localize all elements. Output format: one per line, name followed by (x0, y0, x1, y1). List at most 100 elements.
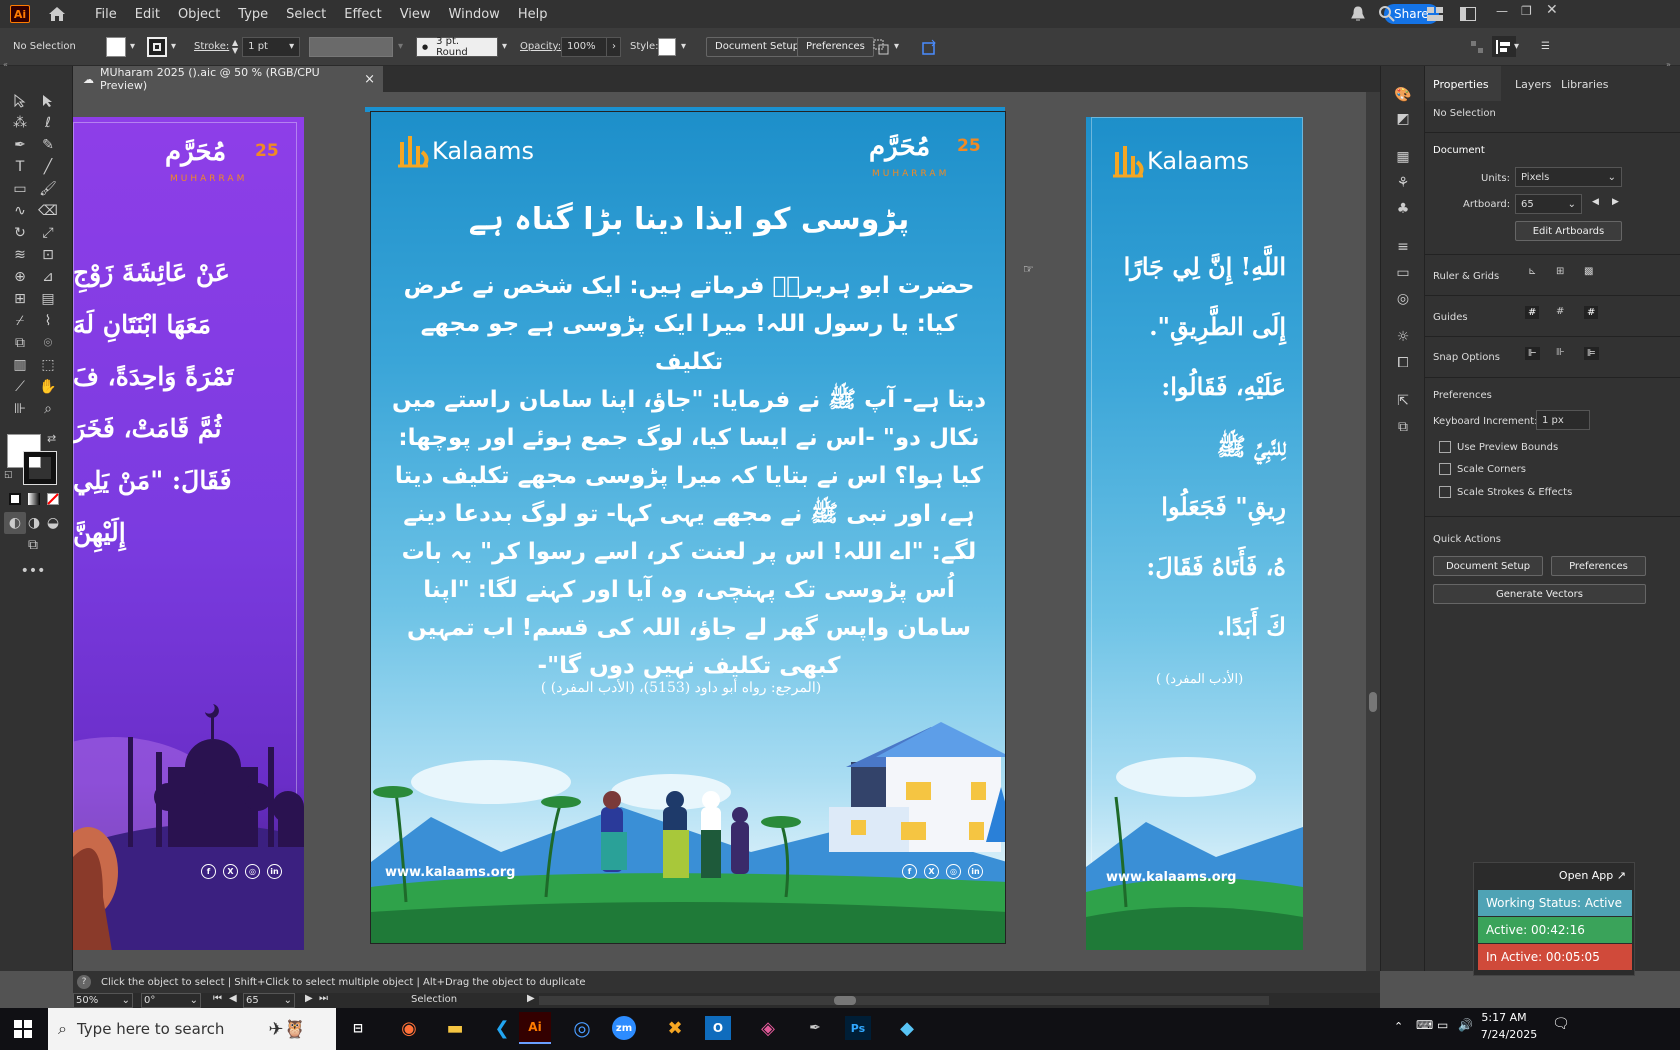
arrange-icon[interactable]: ▾ (873, 36, 899, 57)
symbol-sprayer-tool-icon[interactable]: ⌾ (37, 332, 59, 354)
graphic-style-swatch[interactable] (658, 37, 676, 56)
hamburger-menu-icon[interactable]: ☰ (1541, 36, 1550, 57)
last-artboard-icon[interactable]: ⏭ (319, 993, 328, 1004)
photoshop-icon[interactable]: Ps (845, 1016, 871, 1040)
scale-corners-checkbox[interactable] (1439, 463, 1451, 475)
rotate-tool-icon[interactable]: ↻ (9, 222, 31, 244)
artboards-panel-icon[interactable]: ⧉ (1392, 416, 1414, 438)
file-explorer-icon[interactable]: ▬ (439, 1012, 471, 1044)
stroke-label[interactable]: Stroke: (194, 36, 229, 57)
symbols-icon[interactable]: ♣ (1392, 198, 1414, 220)
menu-item-window[interactable]: Window (440, 7, 509, 22)
network-icon[interactable]: ▭ (1437, 1018, 1448, 1032)
swap-colors-icon[interactable]: ⇄ (47, 432, 56, 445)
document-tab[interactable]: ☁ MUharam 2025 ().aic @ 50 % (RGB/CPU Pr… (73, 66, 383, 92)
canvas[interactable]: مُحَرَّم 25 MUHARRAM عَنْ عَائِشَةَ زَوْ… (73, 92, 1380, 971)
menu-item-type[interactable]: Type (229, 7, 277, 22)
outlook-icon[interactable]: O (705, 1016, 731, 1040)
none-mode-icon[interactable] (47, 493, 59, 505)
curvature-tool-icon[interactable]: ✎ (37, 134, 59, 156)
tab-properties[interactable]: Properties (1433, 78, 1489, 91)
next-artboard-nav-icon[interactable]: ▶ (305, 993, 313, 1004)
tab-libraries[interactable]: Libraries (1561, 78, 1609, 91)
artboard-select[interactable]: 65 ⌄ (1515, 194, 1582, 214)
next-artboard-icon[interactable]: ▶ (1612, 197, 1619, 207)
chrome-icon[interactable]: ◎ (566, 1012, 598, 1044)
keyboard-increment-field[interactable]: 1 px (1536, 410, 1590, 430)
notifications-icon[interactable]: 🗨 (1552, 1016, 1570, 1032)
opacity-field[interactable]: 100% (561, 36, 607, 57)
artboard-left[interactable]: مُحَرَّم 25 MUHARRAM عَنْ عَائِشَةَ زَوْ… (73, 117, 304, 950)
stroke-color-box[interactable] (23, 451, 57, 485)
scale-tool-icon[interactable]: ⤢ (37, 222, 59, 244)
qa-document-setup-button[interactable]: Document Setup (1433, 556, 1543, 576)
prev-artboard-nav-icon[interactable]: ◀ (229, 993, 237, 1004)
tray-app-icon[interactable]: ⌨ (1416, 1018, 1433, 1032)
snap-to-point-icon[interactable]: ⊩ (1525, 347, 1540, 360)
export-icon[interactable]: ⇱ (1392, 390, 1414, 412)
align-dropdown-icon[interactable]: ▾ (1514, 36, 1519, 57)
horizontal-scrollbar[interactable] (539, 996, 1269, 1005)
fill-swatch[interactable]: ▾ (106, 36, 135, 57)
stroke-stepper-icon[interactable]: ▲ ▼ (232, 38, 238, 55)
prev-artboard-icon[interactable]: ◀ (1592, 197, 1599, 207)
brush-definition[interactable]: ● 3 pt. Round (416, 36, 498, 58)
workspace-icon[interactable] (1460, 7, 1476, 24)
vertical-scrollbar[interactable] (1366, 92, 1380, 971)
hand-tool-icon[interactable]: ✋ (37, 376, 59, 398)
task-view-icon[interactable]: ⊟ (342, 1012, 374, 1044)
menu-item-select[interactable]: Select (277, 7, 335, 22)
print-tiling-tool-icon[interactable]: ⊪ (9, 398, 31, 420)
search-icon[interactable] (1378, 5, 1396, 26)
snap-to-pixel-icon[interactable]: ⊫ (1584, 347, 1599, 360)
menu-item-object[interactable]: Object (169, 7, 229, 22)
mesh-tool-icon[interactable]: ⊞ (9, 288, 31, 310)
status-menu-arrow-icon[interactable]: ▶ (527, 993, 535, 1004)
type-tool-icon[interactable]: T (9, 156, 31, 178)
direct-selection-tool-icon[interactable] (37, 90, 59, 112)
open-app-link[interactable]: Open App ↗ (1559, 869, 1626, 882)
color-guide-icon[interactable]: ◩ (1392, 108, 1414, 130)
units-select[interactable]: Pixels ⌄ (1515, 167, 1622, 187)
snap-to-grid-icon[interactable]: ⊪ (1556, 347, 1565, 358)
warp-tool-icon[interactable]: ≋ (9, 244, 31, 266)
show-guides-icon[interactable]: # (1525, 306, 1540, 319)
bell-icon[interactable] (1350, 5, 1366, 26)
creative-cloud-icon[interactable]: ◈ (752, 1012, 784, 1044)
menu-item-file[interactable]: File (86, 7, 126, 22)
edit-artboards-button[interactable]: Edit Artboards (1515, 221, 1622, 241)
preferences-button[interactable]: Preferences (797, 36, 874, 57)
zoom-tool-icon[interactable]: ⌕ (37, 398, 59, 420)
gradient-tool-icon[interactable]: ▤ (37, 288, 59, 310)
stroke-weight-field[interactable]: 1 pt ▾ (242, 36, 301, 57)
color-mode-icon[interactable] (9, 493, 21, 505)
shape-builder-tool-icon[interactable]: ⊕ (9, 266, 31, 288)
default-colors-icon[interactable]: ◱ (4, 470, 13, 480)
menu-item-effect[interactable]: Effect (335, 7, 390, 22)
measure-tool-icon[interactable]: ⌇ (37, 310, 59, 332)
artboard-nav-select[interactable]: 65 ⌄ (243, 993, 295, 1008)
gradient-panel-icon[interactable]: ▭ (1392, 262, 1414, 284)
restore-icon[interactable]: ❐ (1521, 4, 1532, 18)
eraser-tool-icon[interactable]: ⌫ (37, 200, 59, 222)
line-tool-icon[interactable]: ╱ (37, 156, 59, 178)
volume-icon[interactable]: 🔊 (1458, 1018, 1473, 1032)
edit-toolbar-icon[interactable]: ••• (21, 560, 46, 582)
opacity-label[interactable]: Opacity: (520, 36, 561, 57)
grid-icon[interactable]: ⊞ (1556, 266, 1564, 277)
first-artboard-icon[interactable]: ⏮ (213, 993, 222, 1004)
transparency-grid-icon[interactable]: ▩ (1584, 266, 1593, 277)
appearance-icon[interactable]: ☼ (1392, 326, 1414, 348)
clock-date[interactable]: 7/24/2025 (1474, 1028, 1544, 1041)
tracker-app-icon[interactable]: ◆ (891, 1012, 923, 1044)
smart-guides-icon[interactable]: # (1584, 306, 1599, 319)
artboard-center[interactable]: Kalaams مُحَرَّم 25 MUHARRAM پڑوسی کو ای… (370, 111, 1006, 944)
free-transform-tool-icon[interactable]: ⊡ (37, 244, 59, 266)
shaper-tool-icon[interactable]: ∿ (9, 200, 31, 222)
magic-wand-tool-icon[interactable]: ⁂ (9, 112, 31, 134)
screen-mode-icon[interactable]: ⧉ (22, 534, 44, 556)
menu-item-view[interactable]: View (391, 7, 440, 22)
eyedropper-tool-icon[interactable]: ⌿ (9, 310, 31, 332)
tray-chevron-icon[interactable]: ⌃ (1394, 1020, 1403, 1033)
minimize-icon[interactable]: — (1496, 4, 1508, 18)
